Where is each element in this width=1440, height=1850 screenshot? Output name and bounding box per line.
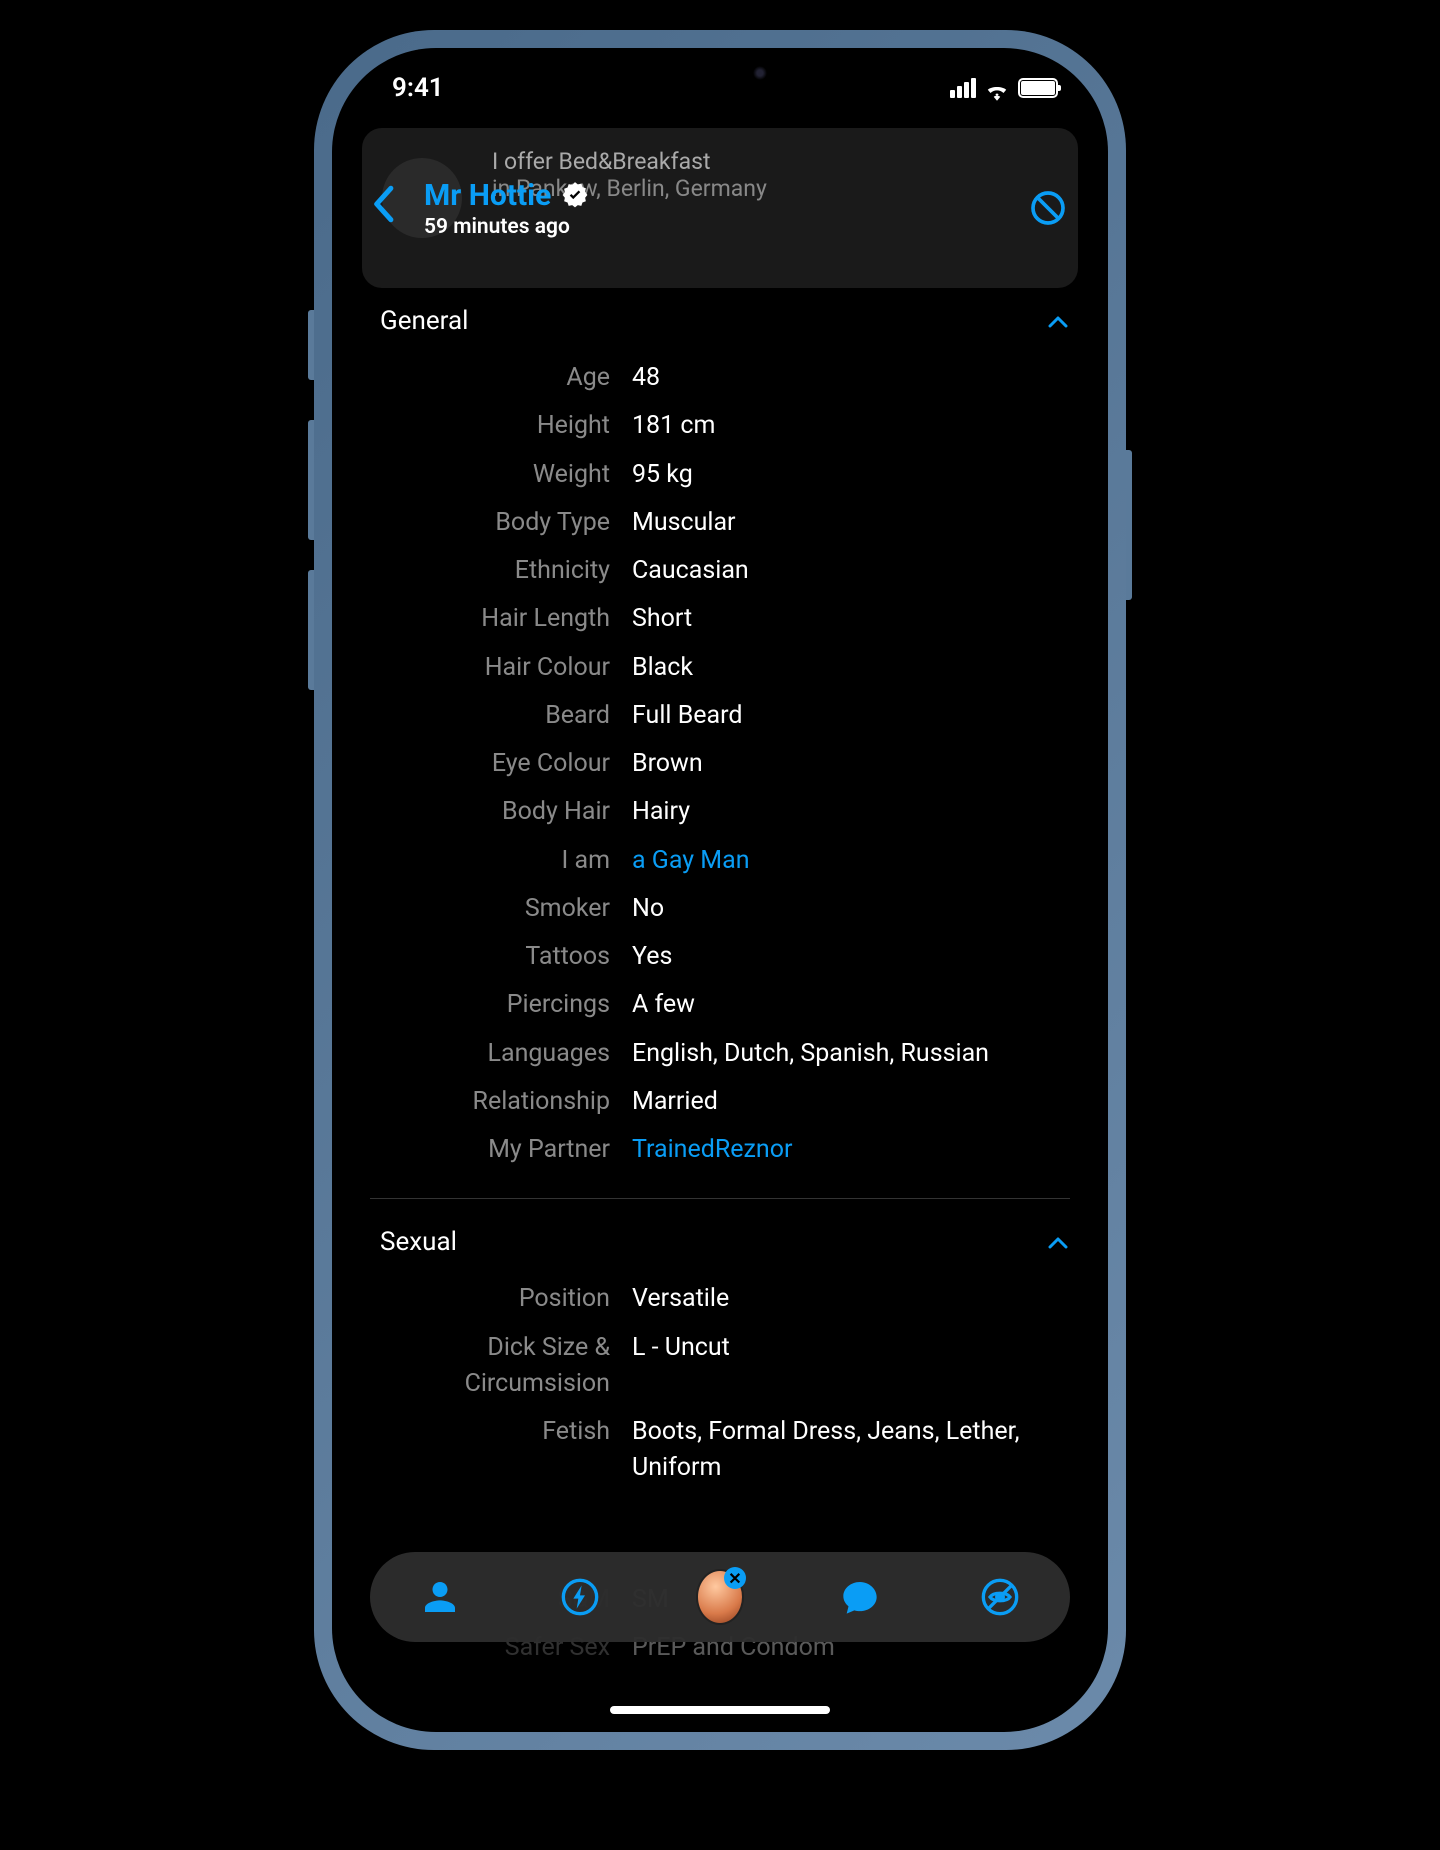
profile-row: PositionVersatile bbox=[362, 1275, 1078, 1323]
row-label: Ethnicity bbox=[362, 553, 632, 589]
chevron-up-icon bbox=[1048, 309, 1068, 334]
profile-row: Height181 cm bbox=[362, 402, 1078, 450]
phone-frame: 9:41 I offer Bed&Breakfast in Pankow, Be… bbox=[314, 30, 1126, 1750]
row-value: Black bbox=[632, 650, 1078, 686]
profile-row: My PartnerTrainedReznor bbox=[362, 1126, 1078, 1174]
profile-row: Hair LengthShort bbox=[362, 595, 1078, 643]
row-label: Body Type bbox=[362, 505, 632, 541]
row-value: 181 cm bbox=[632, 408, 1078, 444]
row-value: Caucasian bbox=[632, 553, 1078, 589]
back-button[interactable] bbox=[372, 182, 394, 234]
row-value: Married bbox=[632, 1084, 1078, 1120]
row-value: 95 kg bbox=[632, 457, 1078, 493]
profile-row: Body TypeMuscular bbox=[362, 499, 1078, 547]
profile-header: Mr Hottie 59 minutes ago bbox=[332, 158, 1108, 258]
profile-row: Hair ColourBlack bbox=[362, 644, 1078, 692]
profile-row: FetishBoots, Formal Dress, Jeans, Lether… bbox=[362, 1408, 1078, 1493]
nav-profile-icon[interactable] bbox=[416, 1573, 464, 1621]
row-value: Muscular bbox=[632, 505, 1078, 541]
general-rows: Age48Height181 cmWeight95 kgBody TypeMus… bbox=[362, 354, 1078, 1174]
row-value: Brown bbox=[632, 746, 1078, 782]
status-right bbox=[950, 78, 1058, 98]
side-button bbox=[308, 420, 314, 540]
profile-row: Eye ColourBrown bbox=[362, 740, 1078, 788]
bottom-nav: ✕ bbox=[370, 1552, 1070, 1642]
title-block: Mr Hottie 59 minutes ago bbox=[424, 178, 589, 239]
row-value: L - Uncut bbox=[632, 1330, 1078, 1403]
profile-row: PiercingsA few bbox=[362, 981, 1078, 1029]
row-label: Weight bbox=[362, 457, 632, 493]
timestamp: 59 minutes ago bbox=[424, 215, 589, 239]
section-title: Sexual bbox=[380, 1227, 457, 1257]
close-icon[interactable]: ✕ bbox=[724, 1567, 746, 1589]
row-value: Boots, Formal Dress, Jeans, Lether, Unif… bbox=[632, 1414, 1078, 1487]
row-label: Position bbox=[362, 1281, 632, 1317]
row-value: Yes bbox=[632, 939, 1078, 975]
section-sexual-header[interactable]: Sexual bbox=[362, 1209, 1078, 1275]
row-label: Dick Size & Circumsision bbox=[362, 1330, 632, 1403]
home-indicator[interactable] bbox=[610, 1706, 830, 1714]
nav-chat-icon[interactable] bbox=[836, 1573, 884, 1621]
row-label: Languages bbox=[362, 1036, 632, 1072]
nav-bolt-icon[interactable] bbox=[556, 1573, 604, 1621]
profile-row: RelationshipMarried bbox=[362, 1078, 1078, 1126]
profile-name[interactable]: Mr Hottie bbox=[424, 178, 589, 213]
row-label: Tattoos bbox=[362, 939, 632, 975]
profile-row: Dick Size & CircumsisionL - Uncut bbox=[362, 1324, 1078, 1409]
profile-row: I ama Gay Man bbox=[362, 837, 1078, 885]
wifi-icon bbox=[984, 78, 1010, 98]
nav-center-avatar: ✕ bbox=[696, 1569, 744, 1625]
row-value[interactable]: a Gay Man bbox=[632, 843, 1078, 879]
row-value: Full Beard bbox=[632, 698, 1078, 734]
row-label: Age bbox=[362, 360, 632, 396]
row-label: I am bbox=[362, 843, 632, 879]
row-value: Versatile bbox=[632, 1281, 1078, 1317]
row-value: English, Dutch, Spanish, Russian bbox=[632, 1036, 1078, 1072]
divider bbox=[370, 1198, 1070, 1199]
section-title: General bbox=[380, 306, 468, 336]
row-label: Hair Length bbox=[362, 601, 632, 637]
side-button bbox=[308, 570, 314, 690]
row-value: Short bbox=[632, 601, 1078, 637]
row-value: No bbox=[632, 891, 1078, 927]
notch bbox=[585, 48, 855, 98]
row-label: Hair Colour bbox=[362, 650, 632, 686]
row-label: Body Hair bbox=[362, 794, 632, 830]
nav-hidden-icon[interactable] bbox=[976, 1573, 1024, 1621]
row-label: Fetish bbox=[362, 1414, 632, 1487]
row-value: 48 bbox=[632, 360, 1078, 396]
screen: 9:41 I offer Bed&Breakfast in Pankow, Be… bbox=[332, 48, 1108, 1732]
profile-row: LanguagesEnglish, Dutch, Spanish, Russia… bbox=[362, 1030, 1078, 1078]
verified-badge-icon bbox=[561, 181, 589, 209]
cellular-icon bbox=[950, 78, 976, 98]
block-button[interactable] bbox=[1028, 188, 1068, 228]
profile-content[interactable]: General Age48Height181 cmWeight95 kgBody… bbox=[332, 288, 1108, 1732]
section-general-header[interactable]: General bbox=[362, 288, 1078, 354]
row-label: My Partner bbox=[362, 1132, 632, 1168]
row-label: Relationship bbox=[362, 1084, 632, 1120]
row-label: Height bbox=[362, 408, 632, 444]
battery-icon bbox=[1018, 78, 1058, 98]
row-label: Eye Colour bbox=[362, 746, 632, 782]
row-label: Beard bbox=[362, 698, 632, 734]
sexual-rows: PositionVersatileDick Size & Circumsisio… bbox=[362, 1275, 1078, 1492]
row-value: Hairy bbox=[632, 794, 1078, 830]
status-time: 9:41 bbox=[392, 73, 444, 103]
row-value[interactable]: TrainedReznor bbox=[632, 1132, 1078, 1168]
row-label: Piercings bbox=[362, 987, 632, 1023]
profile-row: TattoosYes bbox=[362, 933, 1078, 981]
profile-row: SmokerNo bbox=[362, 885, 1078, 933]
profile-row: Body HairHairy bbox=[362, 788, 1078, 836]
profile-row: Weight95 kg bbox=[362, 451, 1078, 499]
camera-icon bbox=[753, 66, 767, 80]
nav-center-button[interactable]: ✕ bbox=[696, 1573, 744, 1621]
row-value: A few bbox=[632, 987, 1078, 1023]
profile-row: Age48 bbox=[362, 354, 1078, 402]
chevron-up-icon bbox=[1048, 1230, 1068, 1255]
profile-row: EthnicityCaucasian bbox=[362, 547, 1078, 595]
profile-row: BeardFull Beard bbox=[362, 692, 1078, 740]
row-label: Smoker bbox=[362, 891, 632, 927]
